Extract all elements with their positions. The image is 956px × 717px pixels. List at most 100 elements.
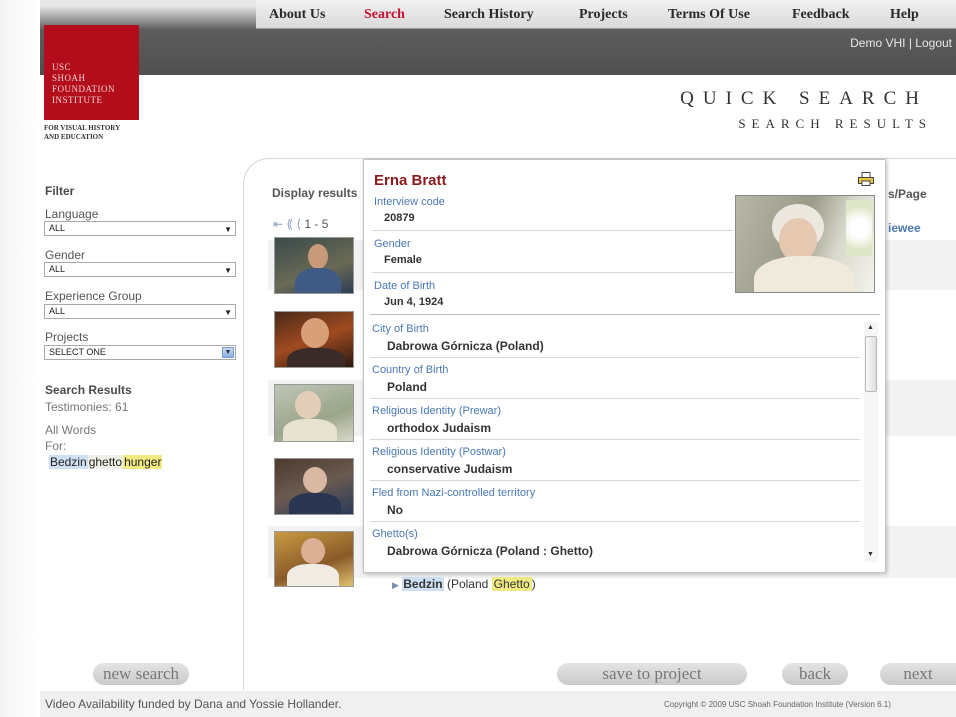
- shoulders-shape: [289, 493, 341, 514]
- all-words-label: All Words: [45, 423, 97, 437]
- gender-select[interactable]: ALL ▼: [44, 262, 236, 277]
- nav-search-history[interactable]: Search History: [444, 7, 534, 23]
- logo-subtitle-line: FOR VISUAL HISTORY: [44, 124, 121, 132]
- save-to-project-button[interactable]: save to project: [557, 663, 747, 685]
- result-thumbnail[interactable]: [274, 237, 354, 294]
- copyright-notice: Copyright © 2009 USC Shoah Foundation In…: [664, 700, 891, 709]
- interviewee-name: Erna Bratt: [374, 172, 447, 189]
- pager-range: 1 - 5: [304, 217, 329, 231]
- shoulders-shape: [287, 564, 339, 586]
- field-value: No: [387, 503, 403, 517]
- field-value: Poland: [387, 380, 428, 394]
- shoulders-shape: [295, 268, 341, 293]
- scroll-down-icon[interactable]: ▼: [867, 551, 874, 558]
- nav-search[interactable]: Search: [364, 7, 405, 23]
- ghetto-entry-country: (Poland: [446, 577, 489, 591]
- chevron-down-icon: ▼: [224, 225, 232, 234]
- search-terms: Bedzin ghetto hunger: [49, 455, 163, 469]
- logo-line: SHOAH: [52, 73, 86, 83]
- field-separator: [370, 357, 860, 358]
- field-separator: [372, 272, 734, 273]
- detail-scrollbar[interactable]: ▲ ▼: [864, 322, 878, 562]
- field-label: Religious Identity (Prewar): [372, 405, 501, 417]
- scrollbar-thumb[interactable]: [865, 336, 877, 392]
- next-button[interactable]: next: [880, 663, 956, 685]
- field-separator: [370, 480, 860, 481]
- face-shape: [295, 391, 321, 419]
- interviewee-detail-popup: Erna Bratt Interview code 20879 Gender F…: [363, 159, 886, 573]
- account-separator: |: [908, 36, 912, 50]
- language-label: Language: [45, 207, 99, 221]
- field-value: conservative Judaism: [387, 462, 513, 476]
- result-thumbnail[interactable]: [274, 311, 354, 368]
- result-thumbnail[interactable]: [274, 458, 354, 515]
- field-label: City of Birth: [372, 323, 429, 335]
- demo-user-link[interactable]: Demo VHI: [850, 36, 905, 50]
- search-term-chip: hunger: [123, 455, 163, 469]
- shoulders-shape: [283, 419, 337, 441]
- logout-link[interactable]: Logout: [915, 36, 952, 50]
- filter-heading: Filter: [45, 184, 75, 198]
- interviewee-column-header[interactable]: iewee: [888, 221, 921, 235]
- nav-help[interactable]: Help: [890, 7, 919, 23]
- account-links: Demo VHI | Logout: [850, 36, 952, 50]
- printer-icon[interactable]: [858, 172, 874, 186]
- field-value: orthodox Judaism: [387, 421, 492, 435]
- gender-label: Gender: [45, 248, 86, 262]
- experience-group-select[interactable]: ALL ▼: [44, 304, 236, 319]
- shoulders-shape: [754, 256, 854, 292]
- left-margin: [0, 0, 40, 717]
- experience-group-value: ALL: [49, 306, 66, 316]
- projects-select[interactable]: SELECT ONE ▼: [44, 345, 236, 360]
- projects-label: Projects: [45, 330, 89, 344]
- field-label: Interview code: [374, 196, 445, 208]
- field-value: Dabrowa Górnicza (Poland : Ghetto): [387, 544, 594, 558]
- field-value: Female: [384, 254, 422, 266]
- face-shape: [301, 318, 329, 348]
- ghetto-entry-type: Ghetto: [491, 577, 532, 591]
- nav-about-us[interactable]: About Us: [269, 7, 325, 23]
- ghetto-entry-close: ): [531, 577, 536, 591]
- search-results-heading: Search Results: [45, 383, 132, 397]
- logo-line: INSTITUTE: [52, 95, 103, 105]
- scroll-up-icon[interactable]: ▲: [867, 324, 874, 331]
- search-term-chip: ghetto: [87, 455, 124, 469]
- display-results-label: Display results: [272, 186, 358, 200]
- field-separator: [370, 398, 860, 399]
- results-per-page-label: s/Page: [888, 187, 927, 201]
- field-separator: [372, 230, 734, 231]
- nav-terms-of-use[interactable]: Terms Of Use: [668, 7, 750, 23]
- projects-value: SELECT ONE: [49, 347, 106, 357]
- funding-note: Video Availability funded by Dana and Yo…: [45, 697, 342, 711]
- field-label: Fled from Nazi-controlled territory: [372, 487, 536, 499]
- new-search-button[interactable]: new search: [93, 663, 189, 685]
- ghetto-entry-name[interactable]: Bedzin: [402, 577, 444, 591]
- testimonies-count: Testimonies: 61: [45, 400, 129, 414]
- field-value: Jun 4, 1924: [384, 296, 444, 308]
- back-button[interactable]: back: [782, 663, 848, 685]
- field-label: Date of Birth: [374, 280, 436, 292]
- logo-line: USC: [52, 62, 72, 72]
- face-shape: [308, 244, 328, 269]
- pager-first-icon[interactable]: ⇤ ⟪ ⟨: [273, 217, 301, 231]
- gender-value: ALL: [49, 264, 66, 274]
- detail-scroll-area[interactable]: City of Birth Dabrowa Górnicza (Poland) …: [370, 320, 860, 566]
- field-label: Ghetto(s): [372, 528, 418, 540]
- experience-group-label: Experience Group: [45, 289, 142, 303]
- usc-shoah-logo[interactable]: USC SHOAH FOUNDATION INSTITUTE: [44, 25, 139, 120]
- field-value: 20879: [384, 212, 415, 224]
- shoulders-shape: [287, 348, 345, 367]
- page-subtitle: SEARCH RESULTS: [738, 116, 932, 131]
- field-separator: [370, 314, 880, 315]
- face-shape: [303, 467, 327, 493]
- nav-projects[interactable]: Projects: [579, 7, 628, 23]
- nav-feedback[interactable]: Feedback: [792, 7, 850, 23]
- field-value: Dabrowa Górnicza (Poland): [387, 339, 544, 353]
- language-select[interactable]: ALL ▼: [44, 221, 236, 236]
- logo-subtitle: FOR VISUAL HISTORY AND EDUCATION: [44, 124, 120, 142]
- result-thumbnail[interactable]: [274, 531, 354, 587]
- language-value: ALL: [49, 223, 66, 233]
- result-thumbnail[interactable]: [274, 384, 354, 442]
- logo-subtitle-line: AND EDUCATION: [44, 133, 104, 141]
- triangle-right-icon[interactable]: ▶: [392, 580, 399, 590]
